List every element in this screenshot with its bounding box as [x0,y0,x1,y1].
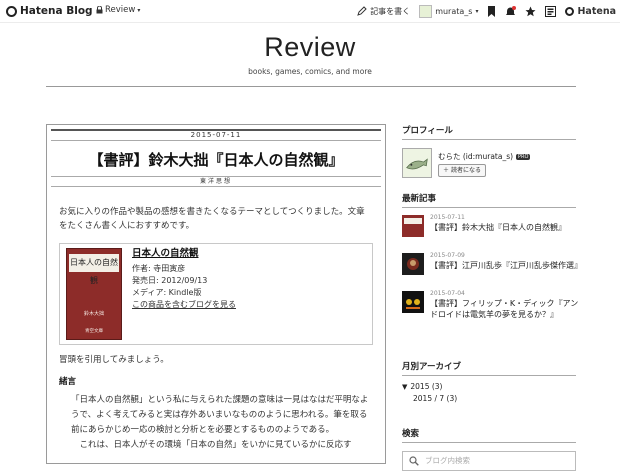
product-author: 作者: 寺田寅彦 [132,264,186,273]
follow-button-label: 読者になる [450,167,481,174]
recent-entry[interactable]: 2015-07-11 【書評】鈴木大拙『日本人の自然観』 [402,214,576,246]
bookmark-icon[interactable] [487,5,496,17]
section-heading: 緒言 [59,377,77,387]
recent-entry[interactable]: 2015-07-04 【書評】フィリップ・K・ディック『アンドロイドは電気羊の夢… [402,290,578,330]
archive-module: 月別アーカイブ ▼ 2015 (3) 2015 / 7 (3) [402,360,576,403]
caret-down-icon: ▾ [475,7,479,15]
pencil-icon [357,6,367,16]
menu-grid-icon[interactable] [545,5,557,17]
pro-badge: PRO [516,154,531,160]
entry-article: 2015-07-11 【書評】鈴木大拙『日本人の自然観』 東洋思想 お気に入りの… [46,124,386,464]
blog-selector-label: Review [105,5,136,15]
header-divider [46,86,576,87]
logo-text: Hatena Blog [20,5,93,17]
archive-heading: 月別アーカイブ [402,360,576,376]
archive-month-link[interactable]: 2015 / 7 (3) [402,394,576,403]
search-module: 検索 ブログ内検索 [402,427,576,471]
archive-year-label: 2015 (3) [410,382,443,391]
star-icon[interactable] [525,6,536,17]
book-cover-image[interactable]: 日本人の自然観 鈴木大拙 青空文庫 [66,248,122,340]
lock-icon [96,6,103,14]
profile-heading: プロフィール [402,124,576,140]
recent-entry-title[interactable]: 【書評】江戸川乱歩『江戸川乱歩傑作選』 [430,260,582,271]
entry-thumbnail[interactable] [402,253,424,275]
profile-module: むらた (id:murata_s) PRO ＋ 読者になる [402,148,576,192]
product-media: メディア: Kindle版 [132,288,202,297]
write-entry-button[interactable]: 記事を書く [357,6,410,17]
cover-author: 鈴木大拙 [83,311,104,317]
recent-entry[interactable]: 2015-07-09 【書評】江戸川乱歩『江戸川乱歩傑作選』 [402,252,582,284]
entry-thumbnail[interactable] [402,215,424,237]
search-heading: 検索 [402,427,576,443]
user-menu[interactable]: murata_s ▾ [419,4,479,18]
hatena-text: Hatena [577,5,616,17]
product-release-date: 発売日: 2012/09/13 [132,276,208,285]
search-icon [409,456,419,466]
recent-entry-title[interactable]: 【書評】フィリップ・K・ディック『アンドロイドは電気羊の夢を見るか？』 [430,298,580,320]
profile-avatar[interactable] [402,148,432,178]
recent-entry-date: 2015-07-04 [430,290,465,297]
username-label: murata_s [435,6,473,16]
quote-paragraph: 「日本人の自然観」という私に与えられた課題の意味は一見はなはだ平明なようで、よく… [71,395,369,435]
product-title-link[interactable]: 日本人の自然観 [132,248,236,260]
recent-entries-heading: 最新記事 [402,192,576,208]
hatena-logo-icon [565,6,575,16]
sidebar: プロフィール むらた (id:murata_s) PRO ＋ 読者になる 最新記事… [402,124,582,471]
cover-publisher: 青空文庫 [85,329,103,334]
product-card: 日本人の自然観 鈴木大拙 青空文庫 日本人の自然観 作者: 寺田寅彦 発売日: … [59,243,373,345]
triangle-down-icon[interactable]: ▼ [402,383,407,391]
quote-intro-text: 冒頭を引用してみましょう。 [59,355,169,365]
archive-year[interactable]: ▼ 2015 (3) [402,382,576,391]
plus-icon: ＋ [443,167,450,174]
search-input[interactable]: ブログ内検索 [402,451,576,471]
notification-icon[interactable] [505,5,517,17]
cover-title: 日本人の自然観 [69,254,119,285]
quote-paragraph: これは、日本人がその環境「日本の自然」をいかに見ているかに反応す [79,440,352,450]
entry-date[interactable]: 2015-07-11 [51,129,381,141]
entry-category[interactable]: 東洋思想 [51,176,381,187]
blog-title[interactable]: Review [0,32,620,63]
blog-selector-dropdown[interactable]: Review ▾ [96,5,140,15]
recent-entry-title[interactable]: 【書評】鈴木大拙『日本人の自然観』 [430,222,580,233]
entry-thumbnail[interactable] [402,291,424,313]
follow-button[interactable]: ＋ 読者になる [438,164,486,177]
hatena-logo-icon [6,5,17,17]
user-avatar [419,4,433,18]
hatena-link[interactable]: Hatena [565,6,616,17]
hatena-blog-logo[interactable]: Hatena Blog [6,4,93,18]
recent-entry-date: 2015-07-11 [430,214,465,221]
blog-description: books, games, comics, and more [248,67,372,76]
profile-name[interactable]: むらた (id:murata_s) PRO [438,151,531,162]
recent-entry-date: 2015-07-09 [430,252,465,259]
write-entry-label: 記事を書く [370,6,411,16]
profile-name-text: むらた (id:murata_s) [438,152,514,161]
global-header: Hatena Blog Review ▾ 記事を書く murata_s ▾ Ha… [0,0,620,23]
search-placeholder: ブログ内検索 [425,456,470,465]
entry-title[interactable]: 【書評】鈴木大拙『日本人の自然観』 [47,149,385,170]
caret-down-icon: ▾ [137,6,141,14]
product-blogs-link[interactable]: この商品を含むブログを見る [132,299,236,311]
entry-intro-text: お気に入りの作品や製品の感想を書きたくなるテーマとしてつくりました。文章をたくさ… [59,207,365,231]
